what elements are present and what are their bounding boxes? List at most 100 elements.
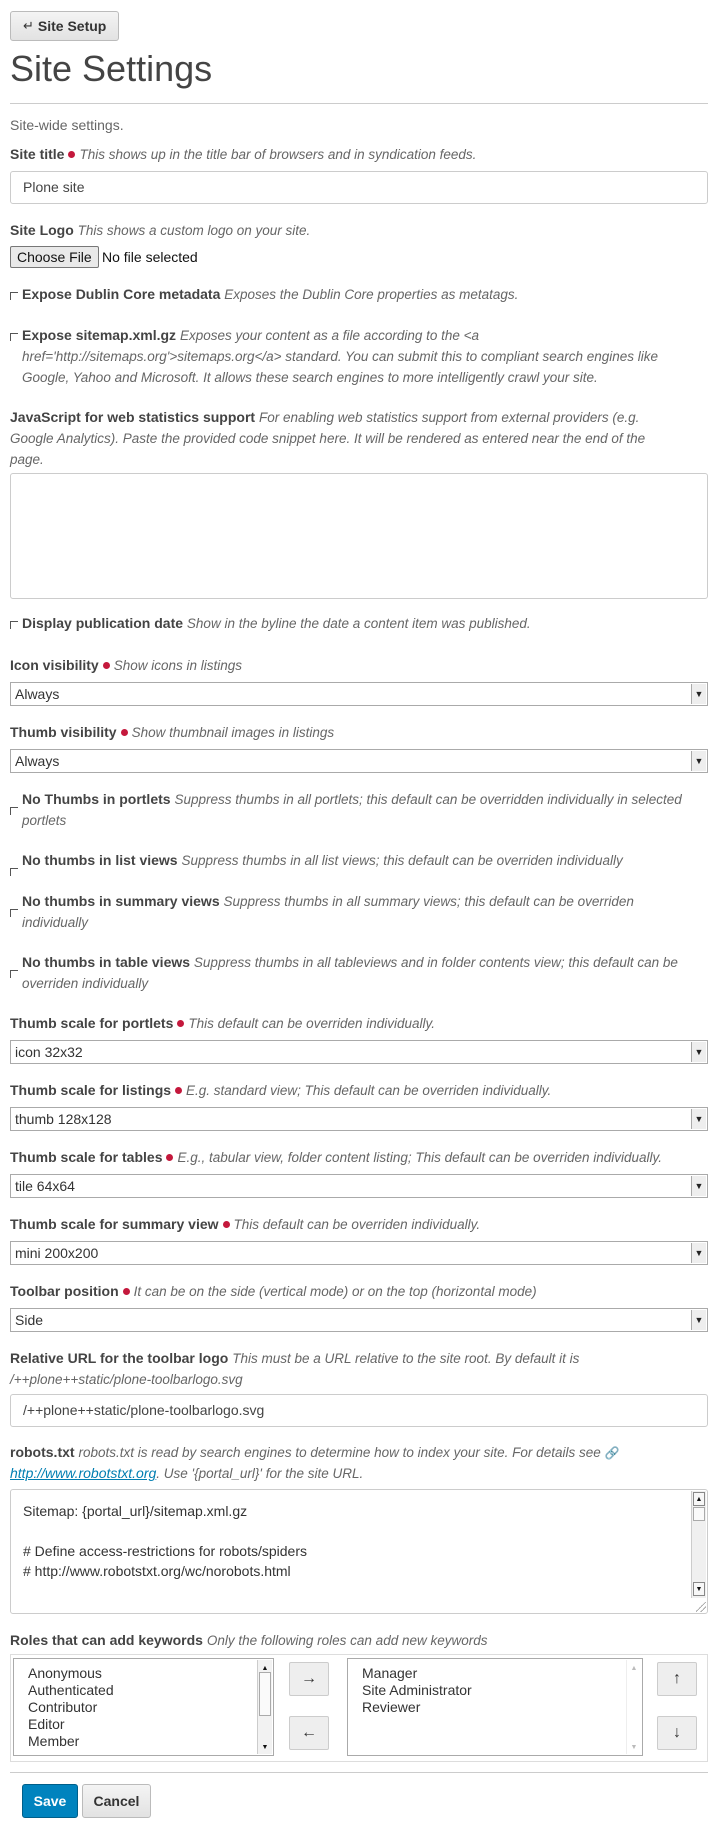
resize-grip-icon[interactable] — [696, 1602, 706, 1612]
selected-roles-listbox[interactable]: Manager Site Administrator Reviewer ▲ ▼ — [347, 1658, 643, 1756]
site-title-label: Site title — [10, 146, 65, 162]
list-item[interactable]: Authenticated — [28, 1682, 114, 1699]
dropdown-arrow-icon[interactable]: ▼ — [691, 1243, 706, 1263]
required-marker — [166, 1154, 174, 1162]
site-logo-label-row: Site Logo This shows a custom logo on yo… — [10, 220, 660, 241]
thumb-scale-listings-label: Thumb scale for listings — [10, 1082, 172, 1098]
required-marker — [122, 1288, 130, 1296]
webstats-textarea[interactable] — [10, 473, 708, 599]
add-role-button[interactable]: → — [289, 1662, 329, 1696]
dropdown-arrow-icon[interactable]: ▼ — [691, 751, 706, 771]
toolbar-position-label-row: Toolbar position It can be on the side (v… — [10, 1281, 660, 1302]
no-thumbs-portlets-label: No Thumbs in portlets — [22, 791, 171, 807]
toolbar-position-select[interactable]: Side ▼ — [10, 1308, 708, 1332]
icon-visibility-value: Always — [15, 686, 60, 702]
no-thumbs-tables-checkbox[interactable] — [10, 970, 18, 978]
toolbar-logo-label: Relative URL for the toolbar logo — [10, 1350, 229, 1366]
available-roles-scrollbar[interactable]: ▲ ▼ — [257, 1660, 272, 1754]
dropdown-arrow-icon[interactable]: ▼ — [691, 1310, 706, 1330]
roles-help: Only the following roles can add new key… — [206, 1633, 488, 1648]
remove-role-button[interactable]: ← — [289, 1716, 329, 1750]
list-item[interactable]: Editor — [28, 1716, 65, 1733]
list-item[interactable]: Reviewer — [362, 1699, 420, 1716]
thumb-scale-portlets-select[interactable]: icon 32x32 ▼ — [10, 1040, 708, 1064]
cancel-button[interactable]: Cancel — [82, 1784, 151, 1818]
no-thumbs-tables-label: No thumbs in table views — [22, 954, 191, 970]
external-link-icon: 🔗 — [604, 1446, 620, 1460]
selected-roles-scrollbar[interactable]: ▲ ▼ — [626, 1660, 641, 1754]
scroll-up-icon[interactable]: ▲ — [628, 1661, 640, 1675]
thumb-scale-summary-value: mini 200x200 — [15, 1245, 99, 1261]
return-arrow-icon: ↵ — [23, 18, 34, 33]
no-thumbs-summary-checkbox[interactable] — [10, 909, 18, 917]
dropdown-arrow-icon[interactable]: ▼ — [691, 1042, 706, 1062]
expose-dublin-core-checkbox[interactable] — [10, 292, 18, 300]
thumb-scale-listings-select[interactable]: thumb 128x128 ▼ — [10, 1107, 708, 1131]
dropdown-arrow-icon[interactable]: ▼ — [691, 1176, 706, 1196]
no-thumbs-portlets-checkbox[interactable] — [10, 807, 18, 815]
site-logo-help: This shows a custom logo on your site. — [77, 223, 311, 238]
move-up-button[interactable]: ↑ — [657, 1662, 697, 1696]
icon-visibility-select[interactable]: Always ▼ — [10, 682, 708, 706]
icon-visibility-label: Icon visibility — [10, 657, 99, 673]
list-item[interactable]: Member — [28, 1733, 79, 1750]
scroll-thumb[interactable] — [259, 1672, 271, 1716]
site-setup-button[interactable]: ↵ Site Setup — [10, 11, 120, 41]
dropdown-arrow-icon[interactable]: ▼ — [691, 684, 706, 704]
expose-dublin-core-label: Expose Dublin Core metadata — [22, 286, 221, 302]
available-roles-listbox[interactable]: Anonymous Authenticated Contributor Edit… — [13, 1658, 274, 1756]
toolbar-position-value: Side — [15, 1312, 44, 1328]
move-down-button[interactable]: ↓ — [657, 1716, 697, 1750]
toolbar-logo-help-2: /++plone++static/plone-toolbarlogo.svg — [10, 1372, 243, 1387]
list-item[interactable]: Contributor — [28, 1699, 97, 1716]
webstats-help-1: For enabling web statistics support from… — [258, 410, 640, 425]
expose-sitemap-label: Expose sitemap.xml.gz — [22, 327, 177, 343]
choose-file-button[interactable]: Choose File — [10, 246, 99, 268]
display-pub-date-checkbox[interactable] — [10, 621, 18, 629]
toolbar-position-help: It can be on the side (vertical mode) or… — [133, 1284, 537, 1299]
expose-sitemap-help-2: href='http://sitemaps.org'>sitemaps.org<… — [22, 349, 659, 364]
display-pub-date-label: Display publication date — [22, 615, 184, 631]
no-thumbs-lists-checkbox[interactable] — [10, 868, 18, 876]
list-item[interactable]: Anonymous — [28, 1665, 102, 1682]
expose-sitemap-checkbox[interactable] — [10, 333, 18, 341]
expose-dublin-core-row: Expose Dublin Core metadata Exposes the … — [22, 284, 682, 305]
toolbar-logo-input[interactable]: /++plone++static/plone-toolbarlogo.svg — [10, 1394, 708, 1427]
scroll-down-icon[interactable]: ▼ — [693, 1582, 705, 1596]
no-thumbs-summary-help-2: individually — [22, 915, 89, 930]
no-thumbs-lists-help: Suppress thumbs in all list views; this … — [181, 853, 623, 868]
no-thumbs-portlets-row: No Thumbs in portlets Suppress thumbs in… — [22, 789, 682, 831]
thumb-visibility-select[interactable]: Always ▼ — [10, 749, 708, 773]
robots-label-row: robots.txt robots.txt is read by search … — [10, 1442, 650, 1484]
file-status: No file selected — [102, 249, 198, 265]
robots-scrollbar[interactable]: ▲ ▼ — [691, 1491, 706, 1598]
thumb-scale-tables-label: Thumb scale for tables — [10, 1149, 163, 1165]
scroll-down-icon[interactable]: ▼ — [259, 1740, 271, 1754]
thumb-scale-tables-label-row: Thumb scale for tables E.g., tabular view… — [10, 1147, 690, 1168]
actions-divider — [10, 1772, 708, 1773]
page-description: Site-wide settings. — [10, 117, 124, 133]
no-thumbs-summary-help-1: Suppress thumbs in all summary views; th… — [223, 894, 634, 909]
thumb-scale-summary-label-row: Thumb scale for summary view This default… — [10, 1214, 660, 1235]
scroll-down-icon[interactable]: ▼ — [628, 1740, 640, 1754]
dropdown-arrow-icon[interactable]: ▼ — [691, 1109, 706, 1129]
toolbar-logo-label-row: Relative URL for the toolbar logo This m… — [10, 1348, 660, 1390]
thumb-scale-listings-label-row: Thumb scale for listings E.g. standard vi… — [10, 1080, 660, 1101]
robots-link[interactable]: http://www.robotstxt.org — [10, 1465, 156, 1481]
thumb-scale-tables-select[interactable]: tile 64x64 ▼ — [10, 1174, 708, 1198]
robots-textarea[interactable]: Sitemap: {portal_url}/sitemap.xml.gz # D… — [10, 1489, 708, 1614]
thumb-scale-summary-select[interactable]: mini 200x200 ▼ — [10, 1241, 708, 1265]
thumb-visibility-label: Thumb visibility — [10, 724, 117, 740]
site-title-input[interactable]: Plone site — [10, 171, 708, 204]
thumb-scale-listings-value: thumb 128x128 — [15, 1111, 112, 1127]
scroll-up-icon[interactable]: ▲ — [693, 1492, 705, 1506]
save-button[interactable]: Save — [22, 1784, 78, 1818]
scroll-thumb[interactable] — [693, 1507, 705, 1521]
thumb-scale-summary-help: This default can be overriden individual… — [233, 1217, 481, 1232]
roles-label-row: Roles that can add keywords Only the fol… — [10, 1630, 660, 1651]
list-item[interactable]: Manager — [362, 1665, 417, 1682]
list-item[interactable]: Site Administrator — [362, 1682, 472, 1699]
webstats-help-3: page. — [10, 452, 44, 467]
site-setup-button-label: Site Setup — [37, 18, 107, 34]
thumb-visibility-help: Show thumbnail images in listings — [131, 725, 335, 740]
